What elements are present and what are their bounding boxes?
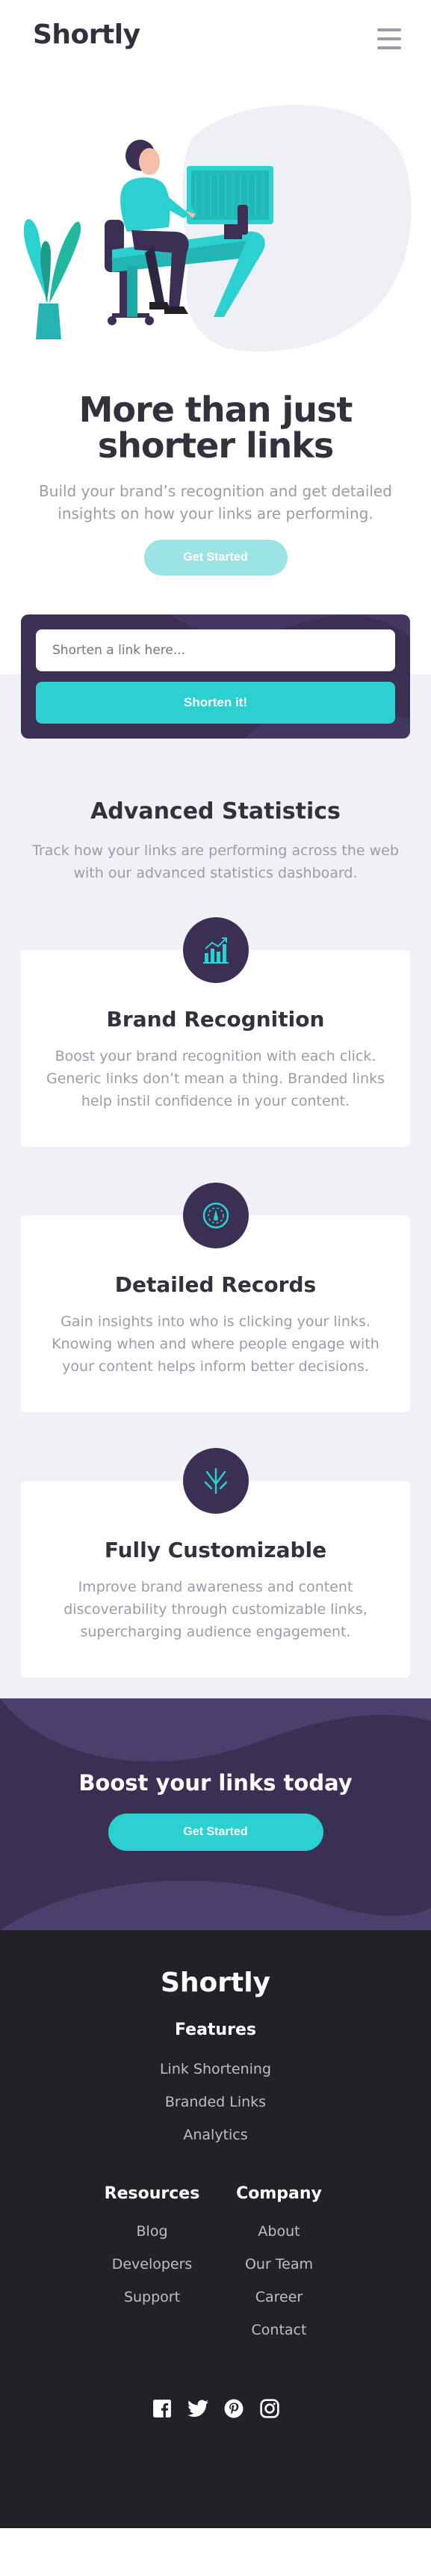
feature-brand-recognition: Brand Recognition Boost your brand recog… <box>21 917 410 1147</box>
feature-title: Detailed Records <box>114 1272 317 1297</box>
link-url-input[interactable] <box>36 629 395 671</box>
footer-link-link-shortening[interactable]: Link Shortening <box>0 2053 431 2086</box>
site-header: Shortly <box>0 0 431 76</box>
hero-section: More than just shorter links Build your … <box>0 392 431 576</box>
footer-link-our-team[interactable]: Our Team <box>231 2248 328 2281</box>
hero-title: More than just shorter links <box>78 389 353 466</box>
statistics-subtitle: Track how your links are performing acro… <box>32 842 399 881</box>
shorten-form: Shorten it! <box>21 614 410 739</box>
footer-link-support[interactable]: Support <box>104 2281 201 2314</box>
shorten-section: Shorten it! <box>0 614 431 739</box>
footer-link-analytics[interactable]: Analytics <box>0 2119 431 2151</box>
footer-link-developers[interactable]: Developers <box>104 2248 201 2281</box>
feature-body: Boost your brand recognition with each c… <box>46 1048 385 1109</box>
social-links <box>0 2397 431 2420</box>
feature-title: Brand Recognition <box>106 1007 325 1032</box>
footer-link-about[interactable]: About <box>231 2215 328 2248</box>
boost-get-started-button[interactable]: Get Started <box>108 1814 323 1851</box>
hero-illustration-svg <box>23 105 412 352</box>
hamburger-bar <box>377 28 401 31</box>
hero-subtitle: Build your brand’s recognition and get d… <box>39 482 392 523</box>
footer-company-column: Company About Our Team Career Contact <box>231 2184 328 2347</box>
feature-detailed-records: Detailed Records Gain insights into who … <box>21 1183 410 1412</box>
footer-link-career[interactable]: Career <box>231 2281 328 2314</box>
footer-link-blog[interactable]: Blog <box>104 2215 201 2248</box>
pinterest-icon[interactable] <box>223 2397 245 2420</box>
footer-heading-company: Company <box>236 2184 322 2203</box>
person-working-at-desk-illustration <box>0 93 431 362</box>
shorten-it-button[interactable]: Shorten it! <box>36 682 395 724</box>
footer-link-branded-links[interactable]: Branded Links <box>0 2086 431 2119</box>
hamburger-menu-icon[interactable] <box>377 28 401 49</box>
page: Shortly More than just shorter links Bui… <box>0 0 431 2576</box>
footer-resources-column: Resources Blog Developers Support <box>104 2184 201 2347</box>
fully-customizable-brush-icon <box>182 1448 249 1514</box>
feature-title: Fully Customizable <box>104 1538 327 1562</box>
feature-list: Brand Recognition Boost your brand recog… <box>0 884 431 1677</box>
feature-fully-customizable: Fully Customizable Improve brand awarene… <box>21 1448 410 1677</box>
boost-title: Boost your links today <box>78 1770 353 1796</box>
site-logo[interactable]: Shortly <box>33 19 140 50</box>
footer-logo[interactable]: Shortly <box>0 1930 431 1998</box>
footer-link-contact[interactable]: Contact <box>231 2314 328 2347</box>
boost-section: Boost your links today Get Started <box>0 1698 431 1930</box>
statistics-section: Advanced Statistics Track how your links… <box>0 739 431 1698</box>
instagram-icon[interactable] <box>258 2397 281 2420</box>
footer-heading-features: Features <box>175 2021 256 2039</box>
feature-body: Gain insights into who is clicking your … <box>52 1313 379 1375</box>
get-started-button[interactable]: Get Started <box>143 540 288 576</box>
footer-two-columns: Resources Blog Developers Support Compan… <box>0 2184 431 2347</box>
hamburger-bar <box>377 46 401 49</box>
footer-features-column: Features Link Shortening Branded Links A… <box>0 2021 431 2151</box>
facebook-icon[interactable] <box>151 2397 173 2420</box>
brand-recognition-chart-icon <box>182 917 249 983</box>
footer-heading-resources: Resources <box>104 2184 200 2203</box>
detailed-records-gauge-icon <box>182 1183 249 1248</box>
hamburger-bar <box>377 37 401 40</box>
site-footer: Shortly Features Link Shortening Branded… <box>0 1930 431 2528</box>
twitter-icon[interactable] <box>187 2397 209 2420</box>
feature-body: Improve brand awareness and content disc… <box>63 1579 368 1640</box>
statistics-title: Advanced Statistics <box>90 798 341 825</box>
